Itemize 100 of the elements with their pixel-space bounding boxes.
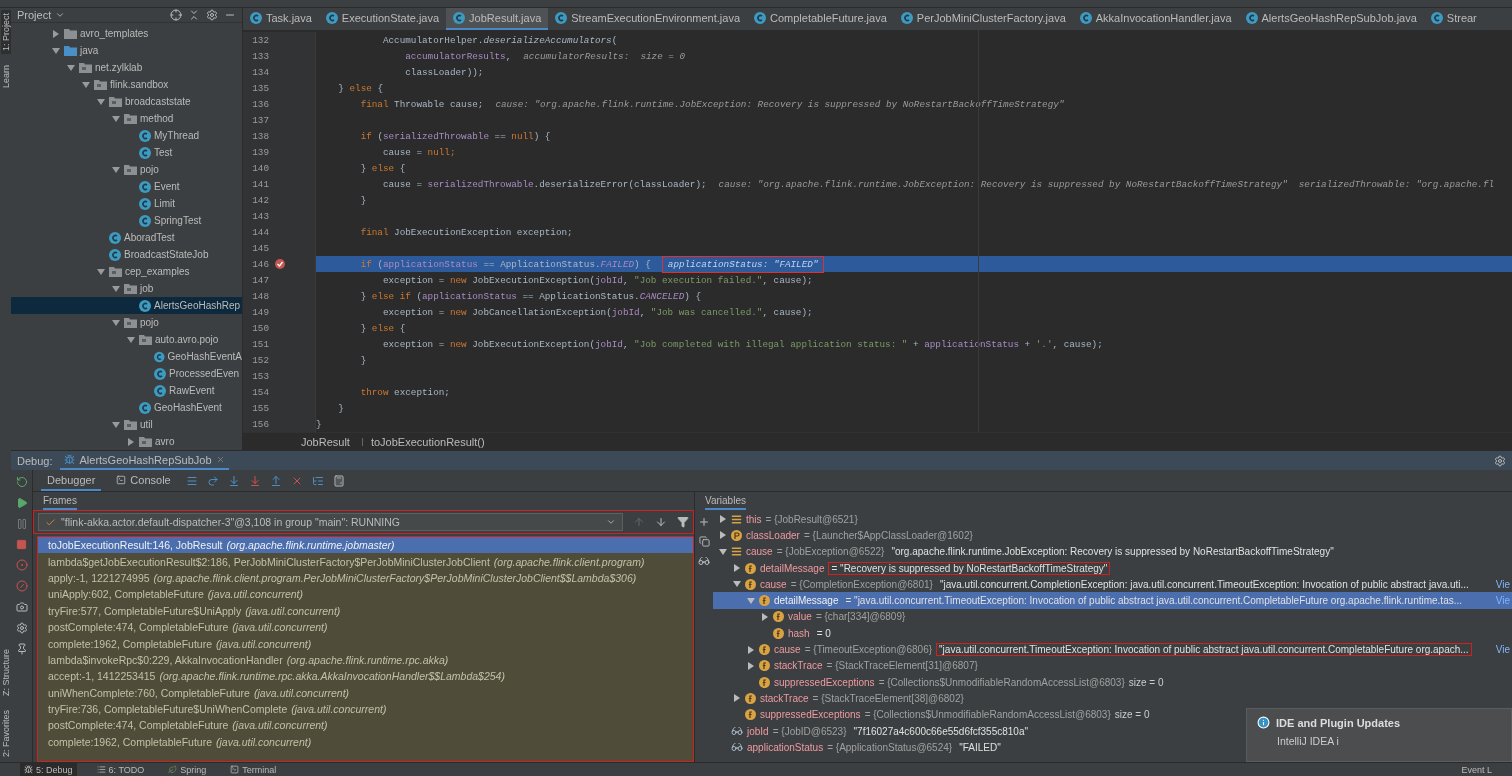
variable-row[interactable]: detailMessage = "java.util.concurrent.TimeoutException: Invocation of public abstract java.util.concurrent.CompletableFuture org.apache.flink.runtime.tas... Vie bbox=[713, 592, 1512, 609]
expand-arrow-icon[interactable] bbox=[747, 661, 755, 670]
frame-item[interactable]: toJobExecutionResult:146, JobResult (org.apache.flink.runtime.jobmaster) bbox=[38, 537, 693, 554]
crosshair-icon[interactable] bbox=[170, 9, 182, 21]
event-log-tab[interactable]: Event L bbox=[1461, 764, 1492, 775]
debugger-tab[interactable]: Console bbox=[110, 470, 177, 491]
settings-icon[interactable] bbox=[1494, 454, 1506, 467]
editor-tab[interactable]: CompletableFuture.java bbox=[747, 8, 894, 30]
expand-arrow-icon[interactable] bbox=[97, 267, 105, 276]
thread-dropdown[interactable]: "flink-akka.actor.default-dispatcher-3"@3,108 in group "main": RUNNING bbox=[38, 513, 623, 531]
variable-row[interactable]: suppressedExceptions = {Collections$UnmodifiableRandomAccessList@6803} size = 0 bbox=[713, 673, 1512, 691]
editor-tab[interactable]: AlertsGeoHashRepSubJob.java bbox=[1238, 8, 1424, 30]
watches-icon[interactable] bbox=[698, 555, 710, 567]
add-watch-icon[interactable] bbox=[698, 516, 710, 528]
expand-arrow-icon[interactable] bbox=[52, 29, 60, 38]
editor-tab[interactable]: JobResult.java bbox=[446, 8, 549, 30]
editor-tab[interactable]: Strear bbox=[1423, 8, 1484, 30]
expand-arrow-icon[interactable] bbox=[761, 612, 769, 621]
tree-item[interactable]: broadcaststate bbox=[11, 93, 242, 110]
expand-arrow-icon[interactable] bbox=[112, 284, 120, 293]
expand-arrow-icon[interactable] bbox=[82, 80, 90, 89]
editor-tab[interactable]: Task.java bbox=[243, 8, 319, 30]
expand-arrow-icon[interactable] bbox=[719, 515, 727, 524]
pin-icon[interactable] bbox=[15, 643, 28, 655]
debugger-tab[interactable]: Debugger bbox=[41, 470, 102, 491]
tree-item[interactable]: Event bbox=[11, 178, 242, 195]
close-icon[interactable] bbox=[215, 455, 225, 464]
tree-item[interactable]: MyThread bbox=[11, 127, 242, 144]
resume-icon[interactable] bbox=[15, 497, 28, 509]
frame-item[interactable]: tryFire:577, CompletableFuture$UniApply (java.util.concurrent) bbox=[38, 602, 693, 619]
menu-icon[interactable] bbox=[185, 474, 198, 487]
tree-item[interactable]: flink.sandbox bbox=[11, 76, 242, 93]
breadcrumb-item[interactable]: JobResult bbox=[301, 435, 350, 448]
project-view-selector[interactable]: Project bbox=[17, 9, 164, 21]
frame-item[interactable]: accept:-1, 1412253415 (org.apache.flink.runtime.rpc.akka.AkkaInvocationHandler$$Lambda$254) bbox=[38, 668, 693, 685]
expand-arrow-icon[interactable] bbox=[112, 420, 120, 429]
variable-row[interactable]: cause = {JobException@6522} "org.apache.flink.runtime.JobException: Recovery is suppressed by NoRestartBackoffTimeStrategy" bbox=[713, 543, 1512, 560]
tree-item[interactable]: job bbox=[11, 280, 242, 297]
filter-icon[interactable] bbox=[677, 516, 689, 528]
tree-item[interactable]: GeoHashEvent bbox=[11, 399, 242, 416]
tree-item[interactable]: RawEvent bbox=[11, 382, 242, 399]
step-over-icon[interactable] bbox=[206, 474, 219, 487]
variable-row[interactable]: stackTrace = {StackTraceElement[31]@6807} bbox=[713, 657, 1512, 674]
tree-item[interactable]: method bbox=[11, 110, 242, 127]
variable-row[interactable]: cause = {CompletionException@6801} "java.util.concurrent.CompletionException: java.util.concurrent.TimeoutException: Invocation of public abstract java.uti... Vie bbox=[713, 576, 1512, 593]
view-link[interactable]: Vie bbox=[1495, 644, 1512, 655]
view-link[interactable]: Vie bbox=[1495, 578, 1512, 590]
tree-item[interactable]: AboradTest bbox=[11, 229, 242, 246]
tool-window-tab[interactable]: 1: Project bbox=[0, 10, 11, 55]
breakpoint-icon[interactable] bbox=[275, 259, 285, 269]
tree-item[interactable]: auto.avro.pojo bbox=[11, 331, 242, 348]
variable-row[interactable]: this = {JobResult@6521} bbox=[713, 511, 1512, 528]
editor-tab[interactable]: StreamExecutionEnvironment.java bbox=[548, 8, 747, 30]
evaluate-icon[interactable] bbox=[332, 474, 345, 487]
expand-arrow-icon[interactable] bbox=[67, 63, 75, 72]
tree-item[interactable]: pojo bbox=[11, 314, 242, 331]
variable-row[interactable]: detailMessage = "Recovery is suppressed by NoRestartBackoffTimeStrategy" bbox=[713, 559, 1512, 577]
tool-window-tab[interactable]: Z: Structure bbox=[0, 645, 11, 699]
expand-arrow-icon[interactable] bbox=[733, 564, 741, 573]
session-tab[interactable]: AlertsGeoHashRepSubJob bbox=[60, 451, 229, 470]
editor-tab[interactable]: AkkaInvocationHandler.java bbox=[1072, 8, 1239, 30]
expand-arrow-icon[interactable] bbox=[747, 645, 755, 654]
expand-arrow-icon[interactable] bbox=[127, 335, 135, 344]
expand-arrow-icon[interactable] bbox=[127, 437, 135, 446]
variable-row[interactable]: stackTrace = {StackTraceElement[38]@6802} bbox=[713, 690, 1512, 707]
down-arrow-icon[interactable] bbox=[655, 516, 667, 528]
frame-item[interactable]: complete:1962, CompletableFuture (java.util.concurrent) bbox=[38, 635, 693, 652]
camera-icon[interactable] bbox=[15, 601, 28, 613]
expand-arrow-icon[interactable] bbox=[747, 596, 755, 605]
expand-arrow-icon[interactable] bbox=[97, 97, 105, 106]
tree-item[interactable]: net.zylklab bbox=[11, 59, 242, 76]
expand-arrow-icon[interactable] bbox=[112, 165, 120, 174]
tree-item[interactable]: Limit bbox=[11, 195, 242, 212]
tree-item[interactable]: BroadcastStateJob bbox=[11, 246, 242, 263]
breadcrumb-item[interactable]: toJobExecutionResult() bbox=[370, 435, 485, 448]
tool-window-tab[interactable]: Terminal bbox=[226, 763, 281, 776]
tree-item[interactable]: avro_templates bbox=[11, 25, 242, 42]
step-out-icon[interactable] bbox=[269, 474, 282, 487]
collapse-icon[interactable] bbox=[188, 9, 200, 21]
tool-window-tab[interactable]: Spring bbox=[164, 763, 211, 776]
expand-arrow-icon[interactable] bbox=[733, 694, 741, 703]
variable-row[interactable]: classLoader = {Launcher$AppClassLoader@1602} bbox=[713, 527, 1512, 544]
breakpoints-icon[interactable] bbox=[15, 559, 28, 571]
tree-item[interactable]: pojo bbox=[11, 161, 242, 178]
rerun-icon[interactable] bbox=[15, 476, 28, 488]
settings-icon[interactable] bbox=[206, 9, 218, 21]
tree-item[interactable]: util bbox=[11, 416, 242, 433]
frame-item[interactable]: postComplete:474, CompletableFuture (java.util.concurrent) bbox=[38, 717, 693, 734]
frame-item[interactable]: complete:1962, CompletableFuture (java.util.concurrent) bbox=[38, 733, 693, 751]
tool-window-tab[interactable]: Learn bbox=[0, 62, 11, 92]
expand-arrow-icon[interactable] bbox=[112, 114, 120, 123]
variable-row[interactable]: hash = 0 bbox=[713, 625, 1512, 642]
editor-tab[interactable]: ExecutionState.java bbox=[318, 8, 447, 30]
frame-item[interactable]: lambda$getJobExecutionResult$2:186, PerJobMiniClusterFactory$PerJobMiniClusterJobClient (org.apache.flink.client.program) bbox=[38, 553, 693, 570]
expand-arrow-icon[interactable] bbox=[52, 46, 60, 55]
run-to-cursor-icon[interactable] bbox=[311, 474, 324, 487]
variable-row[interactable]: value = {char[334]@6809} bbox=[713, 608, 1512, 626]
stop-icon[interactable] bbox=[16, 539, 27, 550]
expand-arrow-icon[interactable] bbox=[733, 580, 741, 589]
expand-arrow-icon[interactable] bbox=[719, 547, 727, 556]
